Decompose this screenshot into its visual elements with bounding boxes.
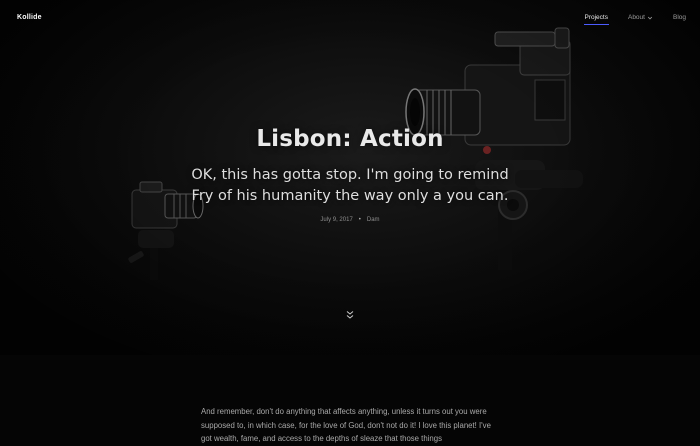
article-paragraph: And remember, don't do anything that aff… [201, 407, 491, 443]
post-meta: July 9, 2017 • Dam [0, 217, 700, 223]
nav-item-about[interactable]: About [628, 14, 653, 21]
page-subtitle: OK, this has gotta stop. I'm going to re… [191, 167, 509, 204]
nav-menu: Projects About Blog [583, 14, 686, 25]
post-author[interactable]: Dam [367, 217, 380, 223]
meta-separator: • [358, 217, 361, 223]
post-date: July 9, 2017 [320, 217, 353, 223]
page-title: Lisbon: Action [256, 126, 444, 152]
nav-item-label: Blog [672, 14, 686, 21]
scroll-down-icon[interactable] [344, 309, 356, 321]
article-body: And remember, don't do anything that aff… [201, 405, 501, 446]
hero-headline: Lisbon: Action OK, this has gotta stop. … [0, 126, 700, 223]
site-logo[interactable]: Kollide [17, 14, 42, 21]
nav-item-blog[interactable]: Blog [673, 14, 686, 21]
chevron-down-icon [647, 16, 653, 19]
nav-item-projects[interactable]: Projects [583, 14, 610, 25]
top-navigation: Kollide Projects About Blog [0, 0, 700, 40]
nav-item-label: Projects [584, 14, 608, 21]
nav-item-label: About [627, 14, 645, 21]
